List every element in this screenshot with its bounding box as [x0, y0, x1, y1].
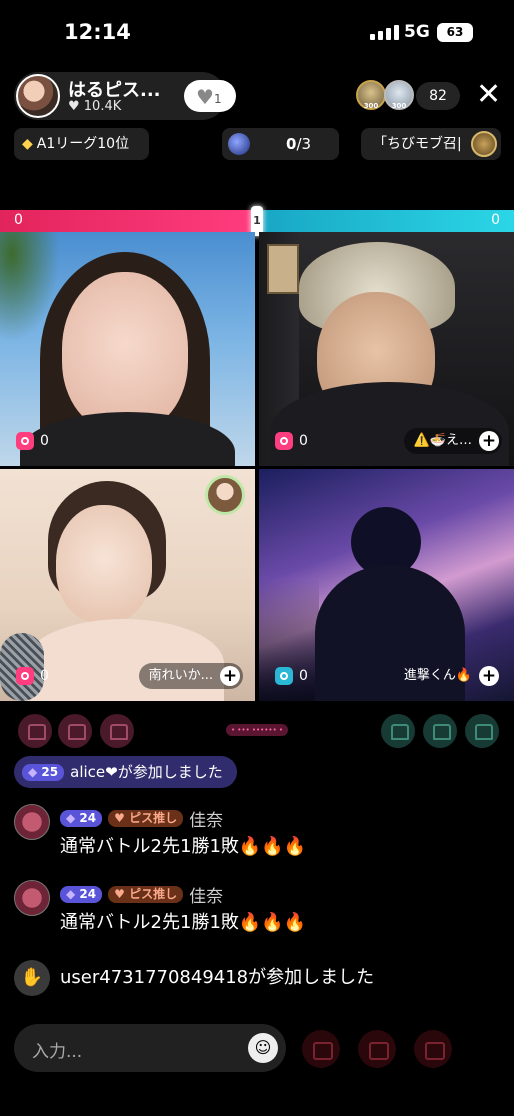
status-bar: 12:14 5G 63: [0, 0, 514, 64]
level-badge: ◆ 24: [60, 886, 103, 903]
guest-name: 進撃くん🔥: [403, 668, 472, 683]
guest-name: ⚠️🍜え…: [413, 433, 472, 448]
chat-message[interactable]: ◆ 24 ♥ ピス推し 佳奈 通常バトル2先1勝1敗🔥🔥🔥: [14, 880, 504, 944]
score-icon: [275, 667, 293, 685]
comment-input[interactable]: 入力... ☺: [14, 1024, 286, 1072]
empty-seat-cyan[interactable]: [423, 714, 457, 748]
tile-score: 0: [16, 667, 49, 685]
network-label: 5G: [404, 22, 430, 42]
user-avatar[interactable]: [14, 880, 50, 916]
tile-score-value: 0: [40, 668, 49, 684]
diamond-icon: ◆: [22, 136, 33, 152]
tile-score: 0: [16, 432, 49, 450]
level-value: 24: [79, 811, 97, 825]
league-rank-chip[interactable]: ◆ A1リーグ10位: [14, 128, 149, 160]
host-avatar[interactable]: [16, 74, 60, 118]
signal-icon: [370, 24, 399, 40]
small-pink-chip: • ••• •••••• •: [226, 724, 288, 736]
chat-username[interactable]: 佳奈: [189, 887, 223, 907]
quest-chip[interactable]: 0/3: [222, 128, 339, 160]
tile-score: 0: [275, 667, 308, 685]
quest-progress: 0: [286, 135, 297, 153]
close-icon[interactable]: ✕: [476, 80, 501, 110]
wave-icon: ✋: [14, 960, 50, 996]
score-icon: [16, 432, 34, 450]
join-text: alice❤が参加しました: [70, 763, 223, 781]
battle-left-score: 0: [14, 212, 23, 228]
tile-score-value: 0: [40, 433, 49, 449]
join-notification: ✋ user4731770849418が参加しました: [14, 960, 504, 996]
viewer-count[interactable]: 82: [416, 82, 460, 110]
add-icon[interactable]: +: [479, 431, 499, 451]
fan-badge-label: ピス推し: [129, 887, 178, 901]
battle-bar-left: [0, 210, 257, 232]
poster: [267, 244, 299, 294]
guest-name: 南れいか...: [148, 668, 213, 683]
tile-score: 0: [275, 432, 308, 450]
fan-badge: ♥ ピス推し: [108, 886, 184, 903]
video-tile-guest-1[interactable]: 0 ⚠️🍜え… +: [259, 232, 514, 466]
battle-right-score: 0: [491, 212, 500, 228]
battle-score-bar: 0 0 1: [0, 206, 514, 236]
tile-score-value: 0: [299, 668, 308, 684]
heart-icon: ♥: [196, 85, 214, 109]
battery-icon: 63: [437, 23, 473, 42]
video-tile-guest-3[interactable]: 0 進撃くん🔥 +: [259, 469, 514, 701]
tile-score-value: 0: [299, 433, 308, 449]
score-icon: [16, 667, 34, 685]
video-tile-guest-2[interactable]: 0 南れいか... +: [0, 469, 255, 701]
top-viewer-avatar[interactable]: 300: [384, 80, 414, 110]
guest-name-chip[interactable]: ⚠️🍜え… +: [403, 428, 502, 454]
add-icon[interactable]: +: [479, 666, 499, 686]
quest-total: /3: [296, 135, 312, 153]
gift-icon[interactable]: [302, 1030, 340, 1068]
emoji-icon[interactable]: ☺: [248, 1033, 278, 1063]
join-notification: ◆ 25 alice❤が参加しました: [14, 756, 237, 788]
chat-text: 通常バトル2先1勝1敗: [60, 836, 239, 857]
chat-text: 通常バトル2先1勝1敗: [60, 912, 239, 933]
top-viewer-avatar[interactable]: 300: [356, 80, 386, 110]
chat-username[interactable]: 佳奈: [189, 811, 223, 831]
globe-icon: [228, 133, 250, 155]
coin-icon: [471, 131, 497, 157]
comment-placeholder: 入力...: [32, 1042, 83, 1062]
level-badge: ◆ 24: [60, 810, 103, 827]
chat-message[interactable]: ◆ 24 ♥ ピス推し 佳奈 通常バトル2先1勝1敗🔥🔥🔥: [14, 804, 504, 868]
level-value: 25: [41, 765, 59, 779]
guest-name-chip[interactable]: 南れいか... +: [138, 663, 243, 689]
score-icon: [275, 432, 293, 450]
level-value: 24: [79, 887, 97, 901]
empty-seat-red[interactable]: [58, 714, 92, 748]
host-face: [62, 272, 188, 432]
join-text: user4731770849418が参加しました: [60, 967, 375, 988]
level-badge: ◆ 25: [22, 764, 65, 781]
empty-seat-cyan[interactable]: [465, 714, 499, 748]
follow-button[interactable]: ♥ 1: [184, 80, 236, 112]
fan-badge: ♥ ピス推し: [108, 810, 184, 827]
video-tile-host[interactable]: 0: [0, 232, 255, 466]
guest-face: [56, 505, 152, 623]
clock: 12:14: [64, 20, 131, 44]
user-avatar[interactable]: [14, 804, 50, 840]
event-tag-chip[interactable]: 「ちびモブ召|: [361, 128, 501, 160]
host-likes: ♥ 10.4K: [68, 99, 122, 114]
add-icon[interactable]: +: [220, 666, 240, 686]
battle-bar-right: [257, 210, 514, 232]
empty-seat-red[interactable]: [18, 714, 52, 748]
guest-badge-avatar[interactable]: [205, 475, 245, 515]
league-rank-label: A1リーグ10位: [36, 136, 130, 152]
fire-emoji: 🔥🔥🔥: [238, 912, 307, 933]
fan-badge-label: ピス推し: [129, 811, 178, 825]
empty-seat-red[interactable]: [100, 714, 134, 748]
follow-count: 1: [214, 92, 222, 106]
fire-emoji: 🔥🔥🔥: [238, 836, 307, 857]
gift-icon[interactable]: [358, 1030, 396, 1068]
viewer-list[interactable]: 300 300 82: [356, 80, 460, 112]
event-tag-label: 「ちびモブ召|: [373, 136, 462, 152]
host-card[interactable]: はるピス... ♥ 10.4K ♥ 1: [14, 72, 236, 120]
share-icon[interactable]: [414, 1030, 452, 1068]
empty-seat-cyan[interactable]: [381, 714, 415, 748]
guest-name-chip[interactable]: 進撃くん🔥 +: [394, 663, 502, 689]
